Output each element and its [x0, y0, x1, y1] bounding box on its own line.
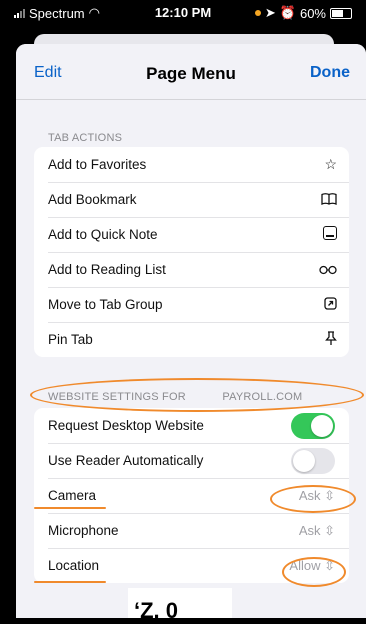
list-item-label: Add to Favorites — [48, 157, 147, 172]
tab-actions-list: Add to Favorites ☆ Add Bookmark Add to Q… — [34, 147, 349, 357]
annotation-underline — [34, 581, 106, 583]
annotation-oval — [30, 378, 364, 412]
annotation-oval — [270, 485, 356, 513]
nav-bar: Edit Page Menu Done — [16, 44, 366, 100]
book-icon — [321, 192, 337, 208]
pin-icon — [325, 330, 337, 349]
move-to-tab-group-row[interactable]: Move to Tab Group — [34, 287, 349, 322]
location-arrow-icon: ➤ — [264, 5, 276, 20]
setting-label: Microphone — [48, 523, 119, 538]
page-preview-fragment: ‘Z. 0 — [128, 588, 232, 623]
setting-label: Request Desktop Website — [48, 418, 204, 433]
quick-note-icon — [323, 226, 337, 243]
use-reader-automatically-toggle[interactable] — [291, 447, 335, 474]
list-item-label: Add to Reading List — [48, 262, 166, 277]
privacy-dot-icon — [254, 10, 261, 16]
microphone-permission-value[interactable]: Ask ⇳ — [299, 523, 335, 539]
page-menu-sheet: Edit Page Menu Done TAB ACTIONS Add to F… — [16, 44, 366, 618]
setting-label: Camera — [48, 488, 97, 503]
list-item-label: Pin Tab — [48, 332, 93, 347]
request-desktop-website-toggle[interactable] — [291, 412, 335, 439]
list-item-label: Add Bookmark — [48, 192, 137, 207]
setting-label: Use Reader Automatically — [48, 453, 204, 468]
list-item-label: Add to Quick Note — [48, 227, 158, 242]
status-bar: Spectrum ◠ 12:10 PM ➤ ⏰ 60% — [0, 0, 366, 24]
pin-tab-row[interactable]: Pin Tab — [34, 322, 349, 357]
use-reader-automatically-row: Use Reader Automatically — [34, 443, 349, 478]
microphone-row[interactable]: Microphone Ask ⇳ — [34, 513, 349, 548]
setting-label: Location — [48, 558, 100, 573]
alarm-icon: ⏰ — [279, 5, 296, 20]
glasses-icon — [319, 262, 337, 278]
add-to-quick-note-row[interactable]: Add to Quick Note — [34, 217, 349, 252]
request-desktop-website-row: Request Desktop Website — [34, 408, 349, 443]
battery-percent: 60% — [299, 5, 326, 21]
battery-icon — [330, 7, 352, 19]
add-bookmark-row[interactable]: Add Bookmark — [34, 182, 349, 217]
status-right: ➤ ⏰ 60% — [254, 5, 352, 21]
add-to-favorites-row[interactable]: Add to Favorites ☆ — [34, 147, 349, 182]
annotation-oval — [282, 557, 346, 587]
tab-actions-header: TAB ACTIONS — [48, 132, 123, 144]
add-to-reading-list-row[interactable]: Add to Reading List — [34, 252, 349, 287]
list-item-label: Move to Tab Group — [48, 297, 163, 312]
move-to-group-icon — [324, 296, 337, 313]
done-button[interactable]: Done — [310, 64, 350, 82]
star-icon: ☆ — [324, 156, 337, 172]
annotation-underline — [34, 507, 106, 509]
